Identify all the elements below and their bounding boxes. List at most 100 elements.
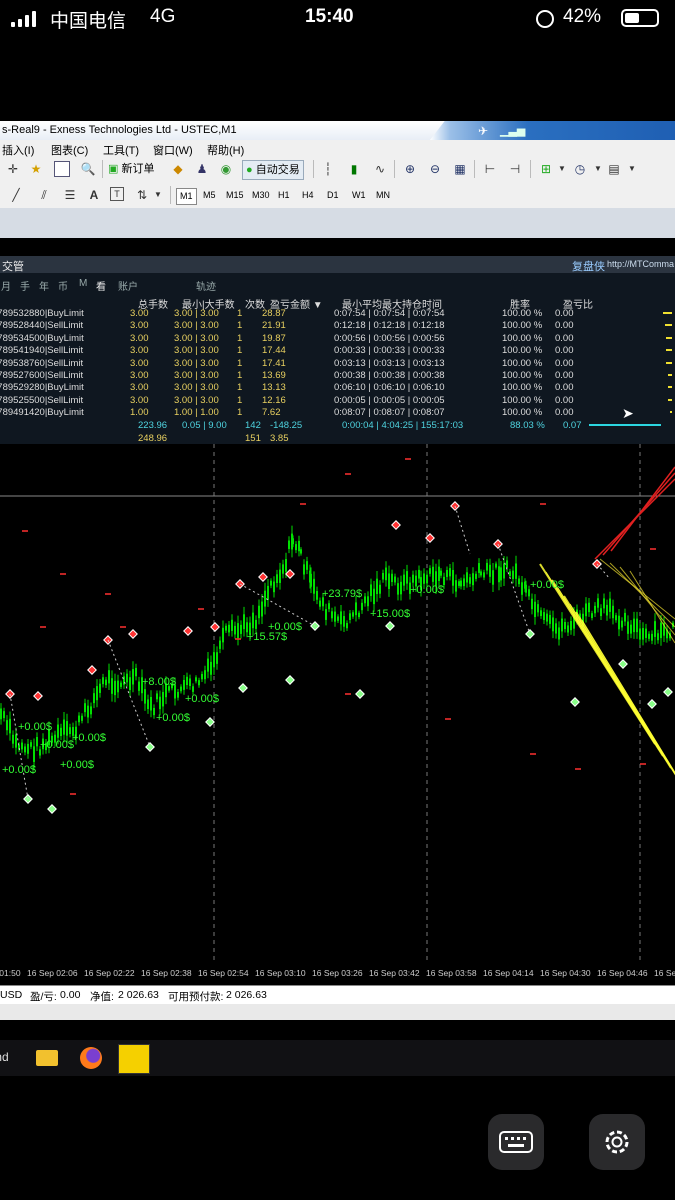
pnl-bar: [667, 386, 672, 389]
account-info-line: [0, 238, 675, 256]
candle-body: [207, 658, 209, 672]
menu-window[interactable]: 窗口(W): [153, 142, 193, 158]
chart-shift-icon[interactable]: ⊢: [482, 161, 498, 177]
table-row[interactable]: 1789527600|SellLimit 3.00 3.00 | 3.00 1 13.6…: [0, 370, 675, 383]
bar-chart-icon[interactable]: ┆: [320, 161, 336, 177]
settings-button[interactable]: [589, 1114, 645, 1170]
auto-trading-button[interactable]: ● 自动交易: [242, 160, 304, 180]
zoom-in-icon[interactable]: ⊕: [402, 161, 418, 177]
candle-body: [648, 633, 650, 639]
tab-month[interactable]: 月: [1, 278, 11, 293]
candle-body: [210, 661, 212, 675]
cell-lots: 3.00: [130, 370, 149, 381]
signals-icon[interactable]: ◉: [218, 161, 234, 177]
tab-year[interactable]: 年: [39, 278, 49, 293]
table-row[interactable]: 1789532880|BuyLimit 3.00 3.00 | 3.00 1 28.87…: [0, 308, 675, 321]
candle-body: [391, 573, 393, 582]
table-row[interactable]: 1789538760|SellLimit 3.00 3.00 | 3.00 1 17.4…: [0, 358, 675, 371]
text-icon[interactable]: A: [86, 187, 102, 203]
cell-count: 1: [237, 407, 243, 419]
file-explorer-icon[interactable]: [36, 1050, 58, 1066]
cell-minmax: 1.00 | 1.00: [174, 407, 219, 419]
candle-body: [228, 624, 230, 633]
periods-icon[interactable]: ◷: [572, 161, 588, 177]
timeframe-mn[interactable]: MN: [373, 188, 393, 203]
line-chart-icon[interactable]: ∿: [372, 161, 388, 177]
autoscroll-icon[interactable]: ⊣: [507, 161, 523, 177]
timeframe-h1[interactable]: H1: [275, 188, 293, 203]
menu-charts[interactable]: 图表(C): [51, 142, 88, 158]
table-row[interactable]: 1789491420|BuyLimit 1.00 1.00 | 1.00 1 7.62 0…: [0, 407, 675, 420]
candle-body: [111, 678, 113, 694]
arrows-icon[interactable]: ⇅: [134, 187, 150, 203]
timeframe-d1[interactable]: D1: [324, 188, 342, 203]
market-watch-icon[interactable]: ♟: [194, 161, 210, 177]
taskbar-cmd-label: cmd: [0, 1050, 9, 1064]
crosshair-icon[interactable]: ✛: [5, 161, 21, 177]
chevron-down-icon[interactable]: ▼: [590, 161, 606, 177]
table-row[interactable]: 1789529280|BuyLimit 3.00 3.00 | 3.00 1 13.13…: [0, 382, 675, 395]
candle-body: [489, 564, 491, 577]
timeframe-m1[interactable]: M1: [176, 188, 197, 205]
text-label-icon[interactable]: T: [110, 187, 124, 201]
table-row[interactable]: 1789541940|SellLimit 3.00 3.00 | 3.00 1 17.4…: [0, 345, 675, 358]
cell-name: 1789538760|SellLimit: [0, 357, 84, 369]
timeframe-m5[interactable]: M5: [200, 188, 219, 203]
cell-pnl: 7.62: [262, 407, 281, 419]
equity-value: 2 026.63: [118, 989, 159, 1001]
table-row[interactable]: 1789525500|SellLimit 3.00 3.00 | 3.00 1 12.1…: [0, 395, 675, 408]
tab-currency[interactable]: 币: [58, 278, 68, 293]
trendline-icon[interactable]: ╱: [8, 187, 24, 203]
tab-m[interactable]: M: [79, 278, 87, 289]
timeframe-h4[interactable]: H4: [299, 188, 317, 203]
firefox-icon[interactable]: [80, 1047, 102, 1069]
chevron-down-icon[interactable]: ▼: [624, 161, 640, 177]
tab-track[interactable]: 轨迹: [196, 278, 216, 293]
window-title: s-Real9 - Exness Technologies Ltd - USTE…: [2, 124, 237, 136]
favorites-icon[interactable]: ★: [28, 161, 44, 177]
candle-body: [609, 598, 611, 612]
cell-pnl: 21.91: [262, 320, 286, 332]
tab-account[interactable]: 账户: [118, 278, 138, 293]
table-row[interactable]: 1789528440|SellLimit 3.00 3.00 | 3.00 1 21.9…: [0, 320, 675, 333]
buy-marker: [210, 622, 220, 632]
tab-hand[interactable]: 手: [20, 278, 30, 293]
zoom-out-icon[interactable]: ⊖: [427, 161, 443, 177]
sell-marker: [385, 621, 395, 631]
timeframe-m30[interactable]: M30: [249, 188, 273, 203]
candlestick-icon[interactable]: ▮: [346, 161, 362, 177]
candle-body: [440, 570, 442, 576]
candle-body: [9, 718, 11, 734]
pin-icon[interactable]: ✈: [478, 124, 488, 138]
new-order-button[interactable]: ▣ 新订单: [108, 160, 154, 178]
candle-body: [346, 622, 348, 629]
fibonacci-icon[interactable]: ☰: [62, 187, 78, 203]
tile-windows-icon[interactable]: ▦: [452, 161, 468, 177]
menu-tools[interactable]: 工具(T): [103, 142, 139, 158]
timeframe-m15[interactable]: M15: [223, 188, 247, 203]
candle-body: [630, 624, 632, 634]
cell-winrate: 100.00 %: [502, 407, 543, 419]
indicators-icon[interactable]: ⊞: [538, 161, 554, 177]
chevron-down-icon[interactable]: ▼: [150, 187, 166, 203]
history-icon[interactable]: ◆: [170, 161, 186, 177]
chevron-down-icon[interactable]: ▼: [554, 161, 570, 177]
windows-taskbar: cmd: [0, 1040, 675, 1076]
candle-body: [63, 719, 65, 735]
buy-marker: [391, 520, 401, 530]
templates-icon[interactable]: ▤: [606, 161, 622, 177]
title-bar-accent: [430, 121, 675, 140]
menu-help[interactable]: 帮助(H): [207, 142, 244, 158]
cell-ratio: 0.00: [555, 407, 574, 419]
navigator-icon[interactable]: [54, 161, 70, 177]
price-chart[interactable]: +23.79$ +15.57$ +15.00$ +0.00$ +8.00$ +0.00$ +…: [0, 444, 675, 984]
table-row[interactable]: 1789534500|BuyLimit 3.00 3.00 | 3.00 1 19.87…: [0, 333, 675, 346]
menu-insert[interactable]: 插入(I): [2, 142, 34, 158]
tab-view[interactable]: 看: [96, 278, 106, 293]
panel-url[interactable]: http://MTComma: [607, 259, 674, 269]
timeframe-w1[interactable]: W1: [349, 188, 369, 203]
channel-icon[interactable]: ⫽: [36, 187, 52, 203]
mt4-icon[interactable]: [118, 1044, 150, 1074]
keyboard-button[interactable]: [488, 1114, 544, 1170]
zoom-window-icon[interactable]: 🔍: [80, 161, 96, 177]
